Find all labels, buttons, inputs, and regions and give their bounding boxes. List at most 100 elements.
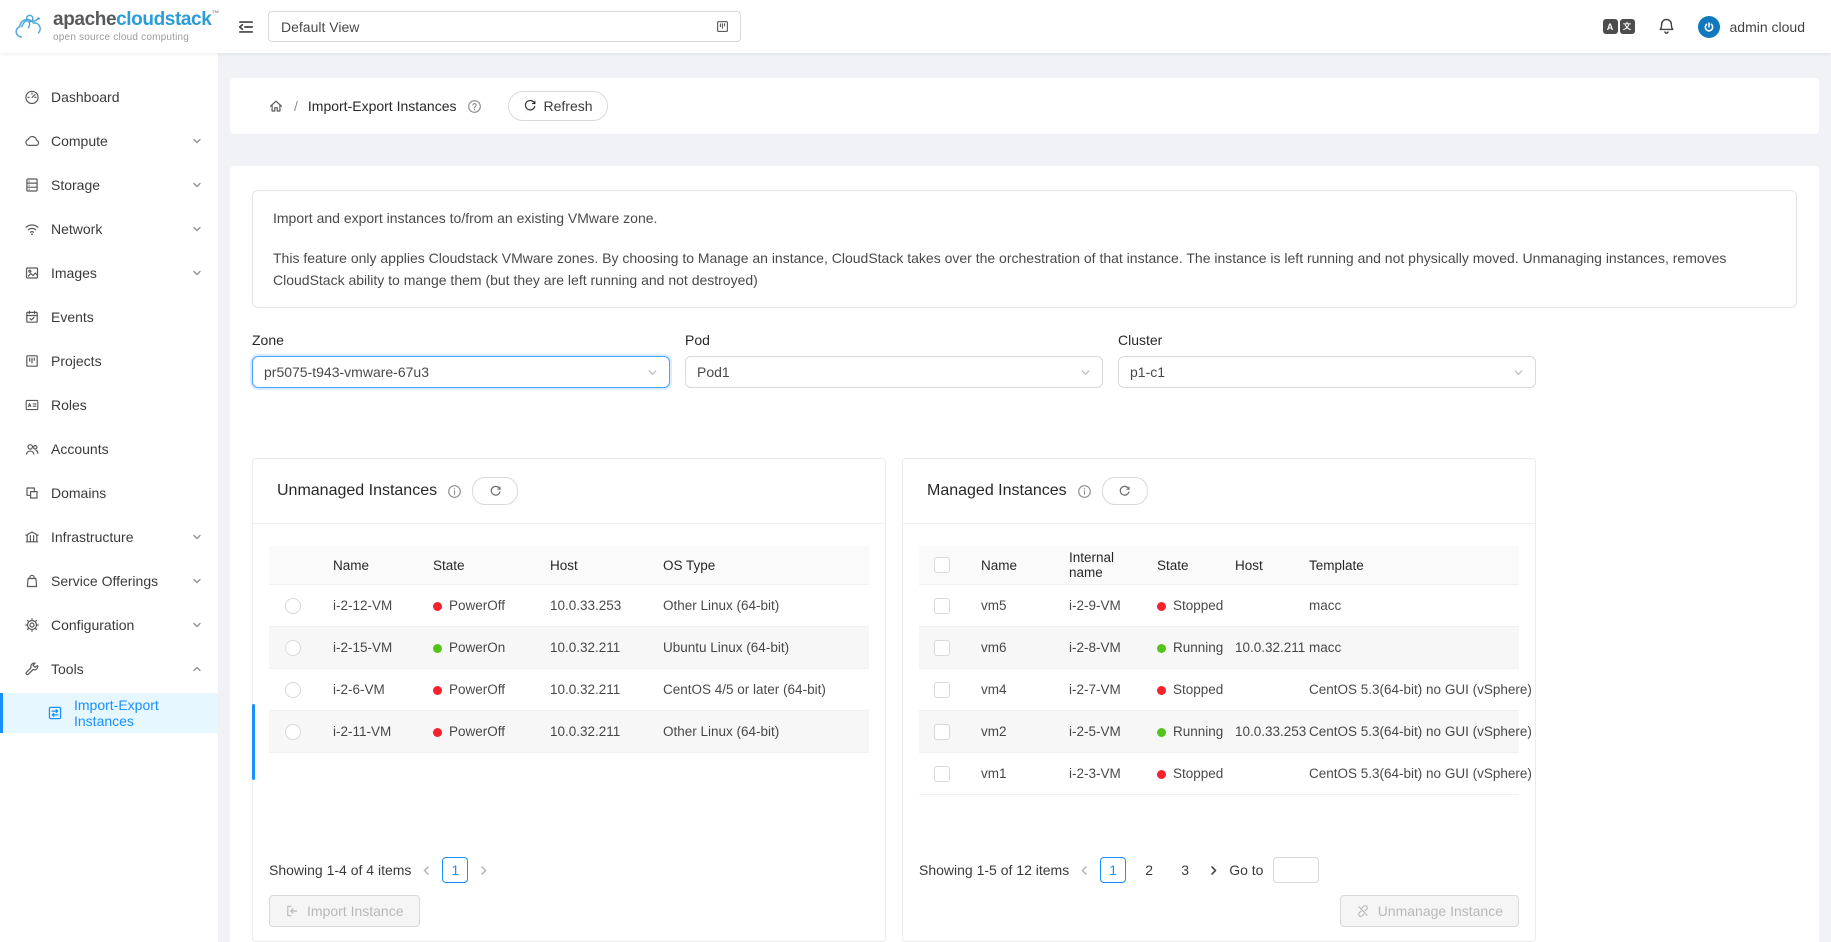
sidebar-item-accounts[interactable]: Accounts bbox=[0, 429, 218, 469]
reload-icon bbox=[1118, 485, 1131, 498]
sidebar-item-domains[interactable]: Domains bbox=[0, 473, 218, 513]
logo-word-apache: apache bbox=[53, 9, 116, 30]
zone-label: Zone bbox=[252, 332, 670, 348]
row-checkbox[interactable] bbox=[934, 682, 950, 698]
user-avatar[interactable] bbox=[1698, 16, 1720, 38]
intro-line-1: Import and export instances to/from an e… bbox=[273, 207, 1776, 229]
chevron-down-icon bbox=[192, 576, 202, 586]
import-instance-button[interactable]: Import Instance bbox=[269, 895, 420, 927]
project-icon bbox=[715, 19, 730, 34]
zone-select[interactable]: pr5075-t943-vmware-67u3 bbox=[252, 356, 670, 388]
page-number[interactable]: 3 bbox=[1172, 857, 1198, 883]
sidebar-item-network[interactable]: Network bbox=[0, 209, 218, 249]
row-checkbox[interactable] bbox=[934, 724, 950, 740]
top-header: apachecloudstack™ open source cloud comp… bbox=[0, 0, 1831, 53]
translation-icon[interactable]: A文 bbox=[1603, 19, 1635, 34]
view-selector-value: Default View bbox=[281, 19, 715, 35]
sidebar-item-dashboard[interactable]: Dashboard bbox=[0, 77, 218, 117]
next-page-icon[interactable] bbox=[1208, 865, 1219, 876]
select-all-checkbox[interactable] bbox=[934, 557, 950, 573]
cell-host: 10.0.32.211 bbox=[534, 627, 647, 669]
sidebar-item-compute[interactable]: Compute bbox=[0, 121, 218, 161]
sidebar-item-projects[interactable]: Projects bbox=[0, 341, 218, 381]
pod-select[interactable]: Pod1 bbox=[685, 356, 1103, 388]
cell-os: Other Linux (64-bit) bbox=[647, 585, 869, 627]
unmanaged-card-header: Unmanaged Instances bbox=[253, 459, 885, 524]
cell-host: 10.0.33.253 bbox=[1219, 711, 1293, 753]
info-icon[interactable] bbox=[1077, 484, 1092, 499]
sidebar-item-images[interactable]: Images bbox=[0, 253, 218, 293]
pagination-summary: Showing 1-4 of 4 items bbox=[269, 862, 411, 878]
row-radio[interactable] bbox=[285, 724, 301, 740]
reload-icon bbox=[523, 99, 537, 113]
table-header-row: Name Internal name State Host Template bbox=[919, 546, 1519, 585]
sidebar-item-label: Tools bbox=[51, 661, 84, 677]
table-row: vm4 i-2-7-VM Stopped CentOS 5.3(64-bit) … bbox=[919, 669, 1519, 711]
managed-actions: Unmanage Instance bbox=[919, 895, 1519, 927]
team-icon bbox=[24, 441, 40, 457]
cell-os: Ubuntu Linux (64-bit) bbox=[647, 627, 869, 669]
row-radio[interactable] bbox=[285, 598, 301, 614]
sidebar-item-roles[interactable]: Roles bbox=[0, 385, 218, 425]
goto-label: Go to bbox=[1229, 862, 1263, 878]
sidebar-item-label: Accounts bbox=[51, 441, 109, 457]
row-radio[interactable] bbox=[285, 682, 301, 698]
refresh-button[interactable]: Refresh bbox=[508, 91, 608, 121]
cell-os: Other Linux (64-bit) bbox=[647, 711, 869, 753]
unmanaged-refresh-button[interactable] bbox=[472, 477, 518, 505]
sidebar-item-storage[interactable]: Storage bbox=[0, 165, 218, 205]
row-checkbox[interactable] bbox=[934, 640, 950, 656]
sidebar-item-infrastructure[interactable]: Infrastructure bbox=[0, 517, 218, 557]
user-name[interactable]: admin cloud bbox=[1730, 19, 1806, 35]
cluster-select[interactable]: p1-c1 bbox=[1118, 356, 1536, 388]
sidebar-item-label: Events bbox=[51, 309, 94, 325]
cluster-label: Cluster bbox=[1118, 332, 1536, 348]
sidebar: Dashboard Compute Storage Network bbox=[0, 53, 219, 942]
import-instance-label: Import Instance bbox=[307, 903, 404, 919]
unmanage-instance-button[interactable]: Unmanage Instance bbox=[1340, 895, 1519, 927]
notification-bell-icon[interactable] bbox=[1657, 17, 1676, 36]
status-dot bbox=[1157, 770, 1166, 779]
status-dot bbox=[433, 644, 442, 653]
row-checkbox[interactable] bbox=[934, 766, 950, 782]
sidebar-item-events[interactable]: Events bbox=[0, 297, 218, 337]
cloudstack-monkey-icon bbox=[12, 6, 46, 48]
info-icon[interactable] bbox=[447, 484, 462, 499]
cell-template: macc bbox=[1293, 627, 1519, 669]
menu-fold-icon[interactable] bbox=[237, 18, 255, 36]
cell-state: Running bbox=[1141, 711, 1219, 753]
managed-refresh-button[interactable] bbox=[1102, 477, 1148, 505]
column-header-host: Host bbox=[534, 546, 647, 585]
unmanaged-title: Unmanaged Instances bbox=[277, 482, 437, 500]
row-checkbox[interactable] bbox=[934, 598, 950, 614]
sidebar-item-label: Images bbox=[51, 265, 97, 281]
row-radio[interactable] bbox=[285, 640, 301, 656]
cell-host: 10.0.32.211 bbox=[1219, 627, 1293, 669]
page-card: Import and export instances to/from an e… bbox=[230, 166, 1819, 942]
intro-box: Import and export instances to/from an e… bbox=[252, 190, 1797, 308]
view-selector[interactable]: Default View bbox=[268, 11, 741, 42]
sidebar-item-import-export-instances[interactable]: Import-Export Instances bbox=[0, 693, 218, 733]
column-header-name: Name bbox=[317, 546, 417, 585]
cell-internal-name: i-2-8-VM bbox=[1053, 627, 1141, 669]
page-number[interactable]: 1 bbox=[442, 857, 468, 883]
chevron-down-icon bbox=[647, 367, 658, 378]
sidebar-item-service-offerings[interactable]: Service Offerings bbox=[0, 561, 218, 601]
table-row: vm1 i-2-3-VM Stopped CentOS 5.3(64-bit) … bbox=[919, 753, 1519, 795]
home-icon[interactable] bbox=[268, 98, 284, 114]
cell-name: vm5 bbox=[965, 585, 1053, 627]
logo-tagline: open source cloud computing bbox=[53, 32, 219, 43]
sidebar-item-tools[interactable]: Tools bbox=[0, 649, 218, 689]
goto-page-input[interactable] bbox=[1273, 857, 1319, 883]
unmanage-instance-label: Unmanage Instance bbox=[1378, 903, 1503, 919]
cell-internal-name: i-2-5-VM bbox=[1053, 711, 1141, 753]
cell-name: i-2-6-VM bbox=[317, 669, 417, 711]
cell-internal-name: i-2-9-VM bbox=[1053, 585, 1141, 627]
page-number[interactable]: 1 bbox=[1100, 857, 1126, 883]
page-number[interactable]: 2 bbox=[1136, 857, 1162, 883]
wifi-icon bbox=[24, 221, 40, 237]
help-icon[interactable] bbox=[467, 99, 482, 114]
idcard-icon bbox=[24, 397, 40, 413]
sidebar-item-configuration[interactable]: Configuration bbox=[0, 605, 218, 645]
column-header-state: State bbox=[417, 546, 534, 585]
